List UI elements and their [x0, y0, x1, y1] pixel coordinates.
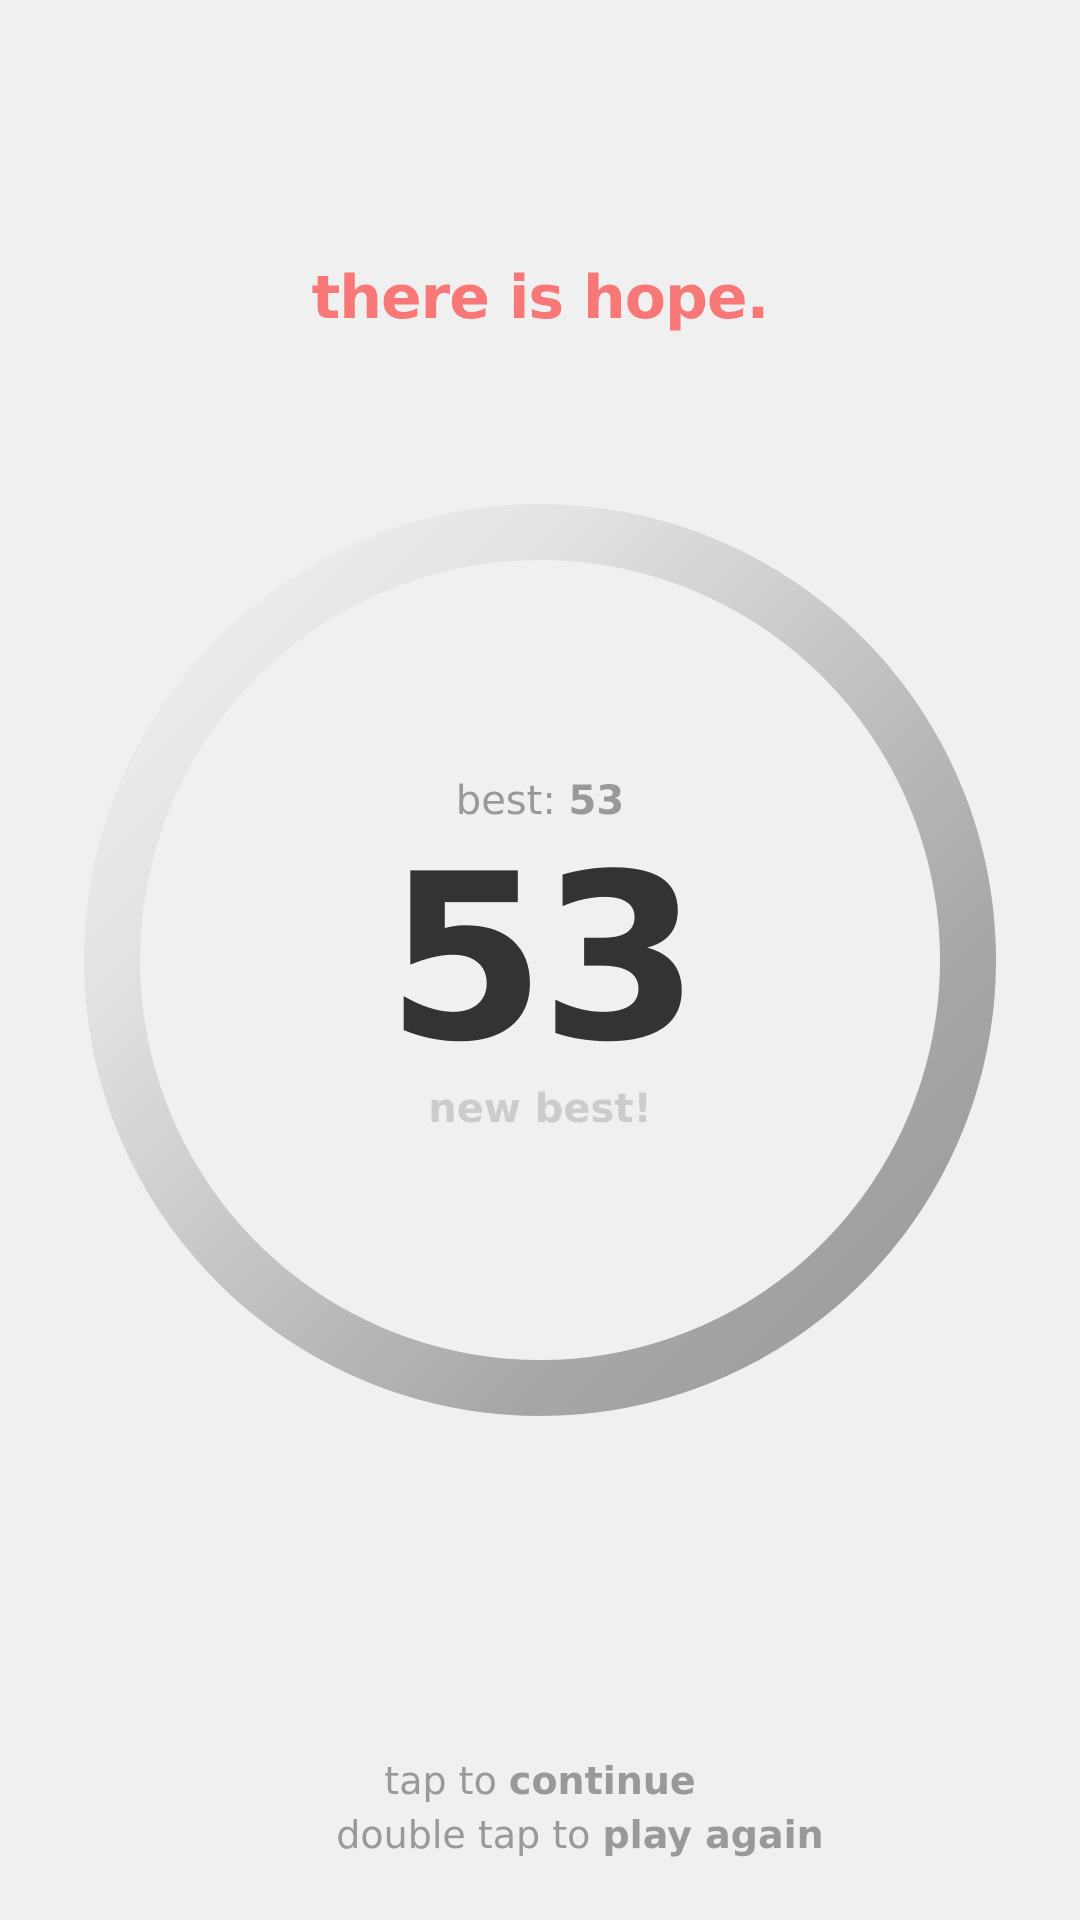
best-score-value: 53 [568, 778, 625, 824]
double-tap-to-replay-hint[interactable]: double tap to play again [40, 1810, 1080, 1860]
replay-prefix: double tap to [336, 1813, 603, 1857]
tap-to-continue-hint[interactable]: tap to continue [0, 1756, 1080, 1806]
replay-action: play again [602, 1813, 824, 1857]
continue-prefix: tap to [384, 1759, 509, 1803]
best-score-line: best: 53 [0, 776, 1080, 826]
game-result-headline: there is hope. [311, 263, 770, 333]
new-best-label: new best! [428, 1086, 652, 1132]
best-score-label: best: [455, 778, 556, 824]
continue-action: continue [508, 1759, 696, 1803]
current-score: 53 [385, 826, 700, 1093]
